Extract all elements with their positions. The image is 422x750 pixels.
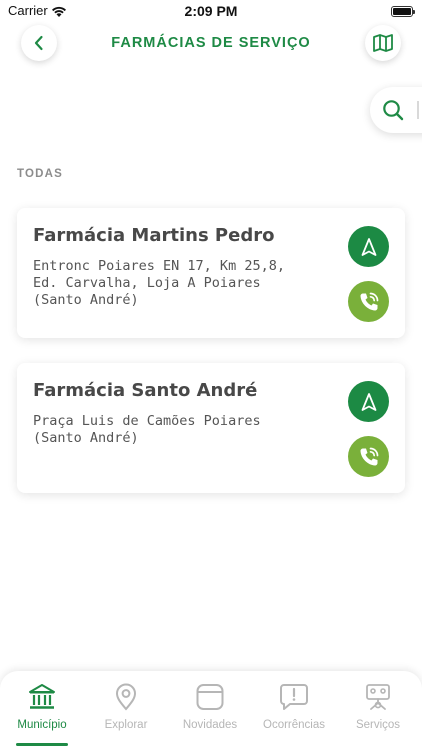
- pharmacy-name: Farmácia Martins Pedro: [33, 225, 275, 246]
- call-button[interactable]: [348, 436, 389, 477]
- search-field-edge: [417, 101, 419, 119]
- search-bar[interactable]: [370, 87, 422, 133]
- tab-servicos[interactable]: Serviços: [336, 683, 420, 743]
- clock: 2:09 PM: [184, 3, 238, 19]
- pharmacy-address: Entronc Poiares EN 17, Km 25,8, Ed. Carv…: [33, 258, 323, 309]
- navigation-arrow-icon: [361, 392, 376, 411]
- section-label: TODAS: [17, 168, 64, 180]
- call-button[interactable]: [348, 281, 389, 322]
- tab-label: Explorar: [104, 719, 148, 731]
- navigation-arrow-icon: [361, 237, 376, 256]
- phone-call-icon: [360, 447, 378, 465]
- directions-button[interactable]: [348, 381, 389, 422]
- bank-icon: [29, 684, 55, 709]
- tab-label: Ocorrências: [263, 719, 325, 731]
- battery-icon: [391, 6, 415, 17]
- active-tab-indicator: [16, 743, 68, 746]
- pharmacy-address: Praça Luis de Camões Poiares (Santo Andr…: [33, 413, 323, 447]
- tab-novidades[interactable]: Novidades: [168, 683, 252, 743]
- tab-municipio[interactable]: Município: [0, 683, 84, 743]
- pharmacy-card[interactable]: Farmácia Santo André Praça Luis de Camõe…: [17, 363, 405, 493]
- back-button[interactable]: [21, 25, 57, 61]
- address-line: Praça Luis de Camões Poiares: [33, 413, 261, 429]
- map-button[interactable]: [365, 25, 401, 61]
- news-icon: [196, 684, 224, 710]
- status-bar: Carrier 2:09 PM: [0, 0, 422, 24]
- pharmacy-card[interactable]: Farmácia Martins Pedro Entronc Poiares E…: [17, 208, 405, 338]
- directions-button[interactable]: [348, 226, 389, 267]
- alert-bubble-icon: [280, 684, 308, 710]
- tab-label: Serviços: [355, 719, 401, 731]
- address-line: Ed. Carvalha, Loja A Poiares: [33, 275, 261, 291]
- services-icon: [366, 684, 390, 710]
- page-title: FARMÁCIAS DE SERVIÇO: [111, 35, 311, 51]
- map-icon: [373, 34, 393, 52]
- location-pin-icon: [115, 683, 137, 711]
- tab-label: Novidades: [182, 719, 238, 731]
- phone-call-icon: [360, 292, 378, 310]
- address-line: Entronc Poiares EN 17, Km 25,8,: [33, 258, 285, 274]
- tab-bar: Município Explorar Novidades Ocorrências: [0, 671, 422, 750]
- address-line: (Santo André): [33, 430, 139, 446]
- tab-ocorrencias[interactable]: Ocorrências: [252, 683, 336, 743]
- search-icon: [383, 100, 404, 121]
- chevron-left-icon: [34, 35, 43, 51]
- pharmacy-name: Farmácia Santo André: [33, 380, 258, 401]
- tab-label: Município: [17, 719, 67, 731]
- tab-explorar[interactable]: Explorar: [84, 683, 168, 743]
- address-line: (Santo André): [33, 292, 139, 308]
